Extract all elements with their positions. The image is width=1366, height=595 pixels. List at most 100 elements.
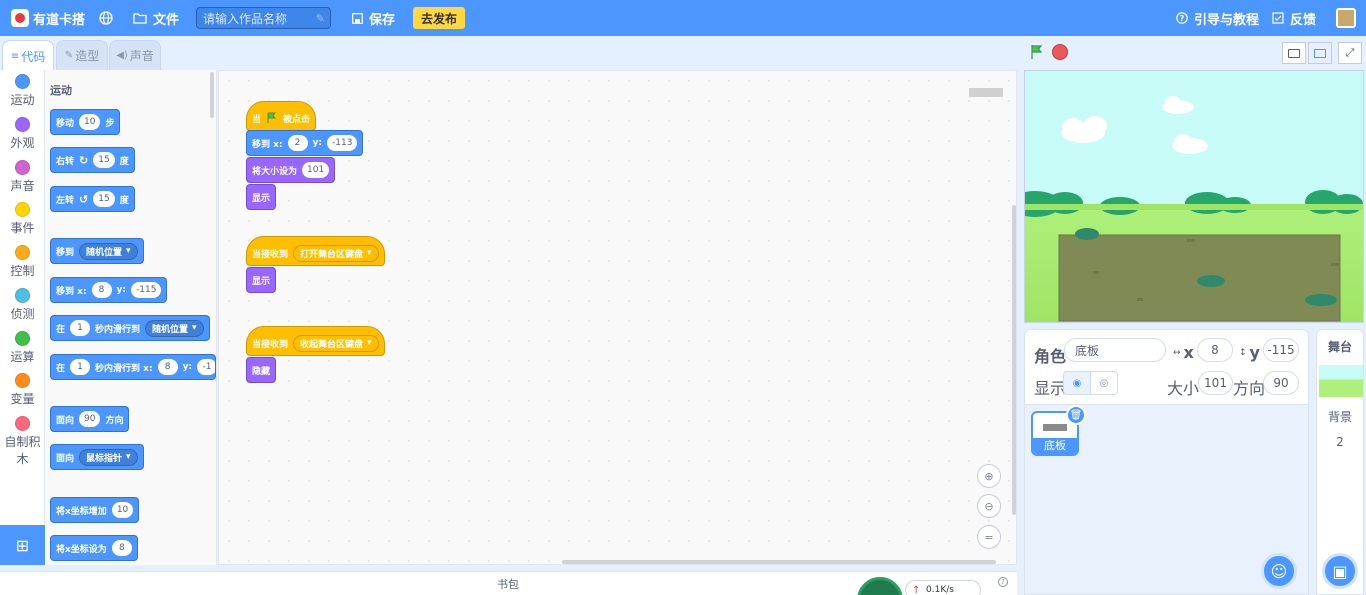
category-sound[interactable]: 声音	[0, 160, 45, 194]
block-input[interactable]: -115	[131, 282, 162, 298]
block-turn-right[interactable]: 右转 ↻ 15 度	[50, 147, 135, 173]
script-hide[interactable]: 隐藏	[246, 357, 277, 383]
size-input[interactable]: 101	[1198, 371, 1233, 395]
script-when-receive-close[interactable]: 当接收到 收起舞台区键盘 ▾	[246, 326, 385, 356]
direction-input[interactable]: 90	[1263, 371, 1299, 395]
normal-stage-button[interactable]	[1308, 42, 1332, 64]
x-input[interactable]: 8	[1197, 338, 1233, 362]
block-text: 左转	[56, 195, 75, 206]
script-horizontal-scrollbar[interactable]	[562, 560, 996, 564]
trash-icon[interactable]: 🗑	[1066, 405, 1086, 425]
stop-button[interactable]	[1052, 44, 1068, 60]
save-button[interactable]: 保存	[352, 0, 395, 36]
caret-down-icon: ▾	[126, 452, 131, 462]
palette-scrollbar[interactable]	[210, 72, 214, 118]
script-show[interactable]: 显示	[246, 184, 277, 210]
tab-sounds[interactable]: ◀) 声音	[109, 40, 161, 70]
choose-backdrop-button[interactable]: ▣	[1322, 553, 1358, 589]
block-input[interactable]: 15	[93, 191, 115, 207]
eye-open-icon[interactable]: ◉	[1064, 372, 1091, 394]
block-turn-left[interactable]: 左转 ↺ 15 度	[50, 186, 135, 212]
zoom-out-button[interactable]: ⊖	[977, 494, 1001, 518]
block-input[interactable]: 101	[302, 162, 330, 178]
block-input[interactable]: 8	[91, 282, 112, 298]
tab-code[interactable]: ≡ 代码	[2, 40, 54, 71]
block-dropdown[interactable]: 打开舞台区键盘 ▾	[293, 244, 379, 262]
block-dropdown[interactable]: 鼠标指针 ▾	[79, 448, 138, 466]
block-dropdown[interactable]: 随机位置 ▾	[79, 242, 138, 260]
zoom-reset-button[interactable]: =	[977, 525, 1001, 549]
block-goto[interactable]: 移到 随机位置 ▾	[50, 238, 144, 264]
green-flag-button[interactable]	[1029, 44, 1045, 60]
category-motion[interactable]: 运动	[0, 74, 45, 108]
script-goto-xy[interactable]: 移到 x: 2 y: -113	[246, 130, 364, 156]
category-sensing[interactable]: 侦测	[0, 288, 45, 322]
size-value: 101	[1204, 376, 1227, 390]
tab-costumes[interactable]: ✎ 造型	[56, 40, 108, 70]
script-set-size[interactable]: 将大小设为 101	[246, 157, 336, 183]
block-input[interactable]: -1	[197, 359, 215, 375]
category-events[interactable]: 事件	[0, 202, 45, 236]
add-extension-button[interactable]: ⊞	[0, 525, 45, 565]
help-icon[interactable]: ?	[998, 577, 1008, 587]
block-input[interactable]: 1	[70, 359, 91, 375]
sprite-label: 角色	[1034, 347, 1067, 366]
block-move-steps[interactable]: 移动 10 步	[50, 109, 121, 135]
block-text: 将x坐标设为	[56, 544, 107, 555]
block-text: 秒内滑行到 x:	[95, 363, 153, 374]
category-my-blocks[interactable]: 自制积木	[0, 416, 45, 467]
project-title-input[interactable]: 请输入作品名称 ✎	[196, 7, 331, 29]
block-text: 度	[119, 195, 129, 206]
block-input[interactable]: 1	[70, 320, 91, 336]
script-when-flag-clicked[interactable]: 当 被点击	[246, 101, 317, 131]
block-point-towards[interactable]: 面向 鼠标指针 ▾	[50, 444, 144, 470]
block-set-x[interactable]: 将x坐标设为 8	[50, 535, 138, 561]
fullscreen-icon: ⤢	[1345, 46, 1355, 59]
eye-closed-icon[interactable]: ◎	[1091, 372, 1117, 394]
publish-button[interactable]: 去发布	[413, 7, 465, 29]
feedback-icon	[1272, 12, 1284, 24]
block-input[interactable]: 10	[111, 502, 134, 518]
block-point-direction[interactable]: 面向 90 方向	[50, 406, 130, 432]
category-variables[interactable]: 变量	[0, 373, 45, 407]
category-control[interactable]: 控制	[0, 245, 45, 279]
category-looks[interactable]: 外观	[0, 117, 45, 151]
y-input[interactable]: -115	[1263, 338, 1299, 362]
script-show-2[interactable]: 显示	[246, 267, 277, 293]
block-input[interactable]: 15	[93, 152, 115, 168]
guide-button[interactable]: ? 引导与教程	[1176, 0, 1259, 36]
arrows-vertical-icon: ↕	[1239, 347, 1247, 358]
script-when-receive-open[interactable]: 当接收到 打开舞台区键盘 ▾	[246, 236, 385, 266]
block-goto-xy[interactable]: 移到 x: 8 y: -115	[50, 277, 168, 303]
block-input[interactable]: 10	[79, 114, 101, 130]
category-operators[interactable]: 运算	[0, 331, 45, 365]
globe-icon[interactable]	[99, 0, 113, 36]
block-input[interactable]: 8	[157, 359, 178, 375]
block-dropdown[interactable]: 随机位置 ▾	[145, 319, 204, 337]
block-input[interactable]: -113	[327, 135, 358, 151]
block-glide[interactable]: 在 1 秒内滑行到 随机位置 ▾	[50, 315, 210, 341]
fullscreen-button[interactable]: ⤢	[1338, 42, 1362, 64]
block-dropdown[interactable]: 收起舞台区键盘 ▾	[293, 334, 379, 352]
script-vertical-scrollbar[interactable]	[1012, 205, 1016, 515]
feedback-button[interactable]: 反馈	[1272, 0, 1316, 36]
block-change-x[interactable]: 将x坐标增加 10	[50, 497, 140, 523]
block-input[interactable]: 8	[111, 540, 132, 556]
upload-arrow-icon: ↑	[912, 584, 921, 595]
tab-costumes-label: 造型	[75, 49, 100, 63]
block-text: 将x坐标增加	[56, 506, 107, 517]
stage-canvas[interactable]	[1024, 70, 1364, 323]
user-avatar[interactable]	[1336, 8, 1356, 28]
brand-logo[interactable]: 有道卡搭	[11, 0, 85, 36]
small-stage-button[interactable]	[1282, 42, 1306, 64]
file-menu[interactable]: 文件	[133, 0, 179, 36]
block-glide-xy[interactable]: 在 1 秒内滑行到 x: 8 y: -1	[50, 354, 216, 380]
zoom-in-button[interactable]: ⊕	[977, 464, 1001, 488]
block-text: 面向	[56, 453, 75, 464]
choose-sprite-button[interactable]: ☺	[1261, 553, 1297, 589]
dropdown-value: 鼠标指针	[86, 453, 123, 464]
sprite-name-input[interactable]: 底板	[1064, 338, 1166, 362]
y-label-text: y	[1249, 343, 1260, 362]
block-input[interactable]: 90	[79, 411, 101, 427]
block-input[interactable]: 2	[287, 135, 308, 151]
